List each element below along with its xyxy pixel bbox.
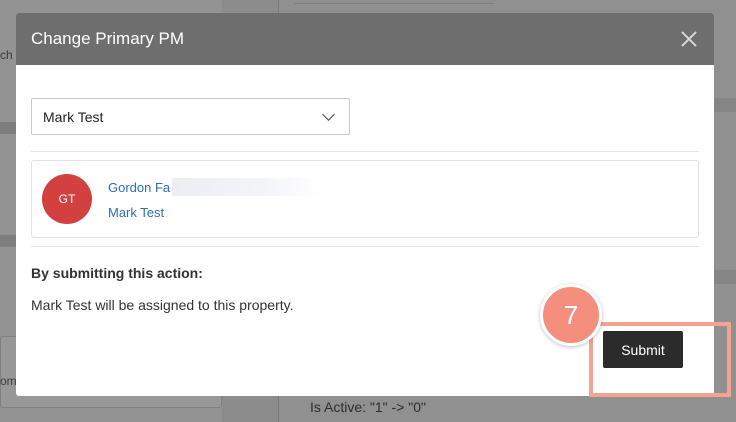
step-highlight-box [589,322,731,397]
background-band [0,122,16,134]
modal-body: Mark Test GT Gordon Fa Mark Test By subm… [16,65,714,313]
divider [31,151,699,152]
current-pm-row: Gordon Fa [108,178,323,196]
background-text-fragment: ch [0,48,13,62]
modal-header: Change Primary PM [16,13,714,65]
background-text-fragment: om [0,374,17,388]
new-pm-link[interactable]: Mark Test [108,205,322,220]
pm-select-dropdown[interactable]: Mark Test [31,98,350,135]
background-band [0,235,16,247]
background-divider [294,0,494,4]
background-strip [714,98,736,112]
chevron-down-icon [322,107,335,121]
step-number-badge: 7 [540,284,602,346]
avatar: GT [42,174,92,224]
divider [31,246,699,247]
pm-select-value: Mark Test [43,108,104,125]
pm-change-card: GT Gordon Fa Mark Test [31,160,699,238]
background-change-log-entry: Is Active: "1" -> "0" [310,399,426,415]
confirmation-heading: By submitting this action: [31,265,203,281]
pm-names: Gordon Fa Mark Test [108,178,323,220]
current-pm-link[interactable]: Gordon Fa [108,180,170,195]
redacted-text [172,178,323,196]
modal-title: Change Primary PM [31,29,185,48]
close-icon[interactable] [678,28,700,50]
background-strip [714,270,736,284]
